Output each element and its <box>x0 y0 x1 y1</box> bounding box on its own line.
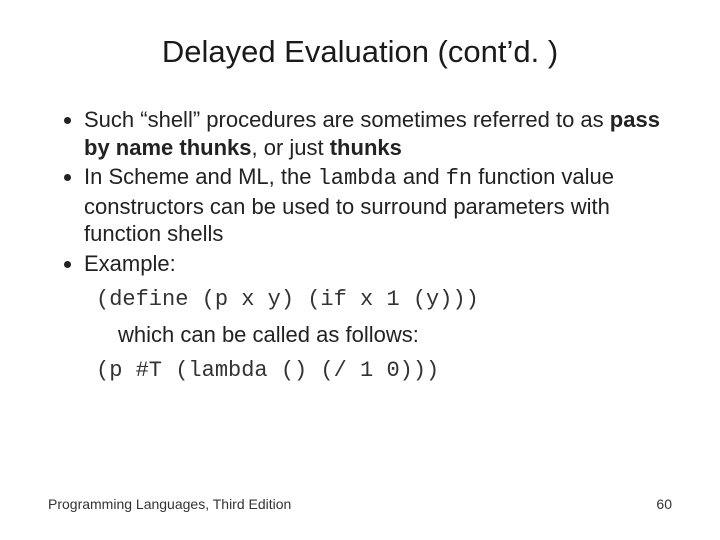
code-text: fn <box>446 166 472 191</box>
text-fragment: , or just <box>251 135 329 160</box>
text-fragment: Example: <box>84 251 176 276</box>
bullet-item-3: Example: <box>84 250 672 278</box>
page-number: 60 <box>656 496 672 512</box>
text-fragment: Such “shell” procedures are sometimes re… <box>84 107 610 132</box>
code-text: lambda <box>318 166 397 191</box>
bullet-item-1: Such “shell” procedures are sometimes re… <box>84 106 672 161</box>
text-fragment: and <box>397 164 446 189</box>
slide: Delayed Evaluation (cont’d. ) Such “shel… <box>0 0 720 540</box>
slide-title: Delayed Evaluation (cont’d. ) <box>48 34 672 70</box>
bullet-item-2: In Scheme and ML, the lambda and fn func… <box>84 163 672 248</box>
code-example-2: (p #T (lambda () (/ 1 0))) <box>96 358 672 383</box>
footer-source: Programming Languages, Third Edition <box>48 496 291 512</box>
bullet-list: Such “shell” procedures are sometimes re… <box>58 106 672 277</box>
code-example-1: (define (p x y) (if x 1 (y))) <box>96 287 672 312</box>
bold-text: thunks <box>330 135 402 160</box>
text-fragment: In Scheme and ML, the <box>84 164 318 189</box>
followup-text: which can be called as follows: <box>118 322 672 348</box>
